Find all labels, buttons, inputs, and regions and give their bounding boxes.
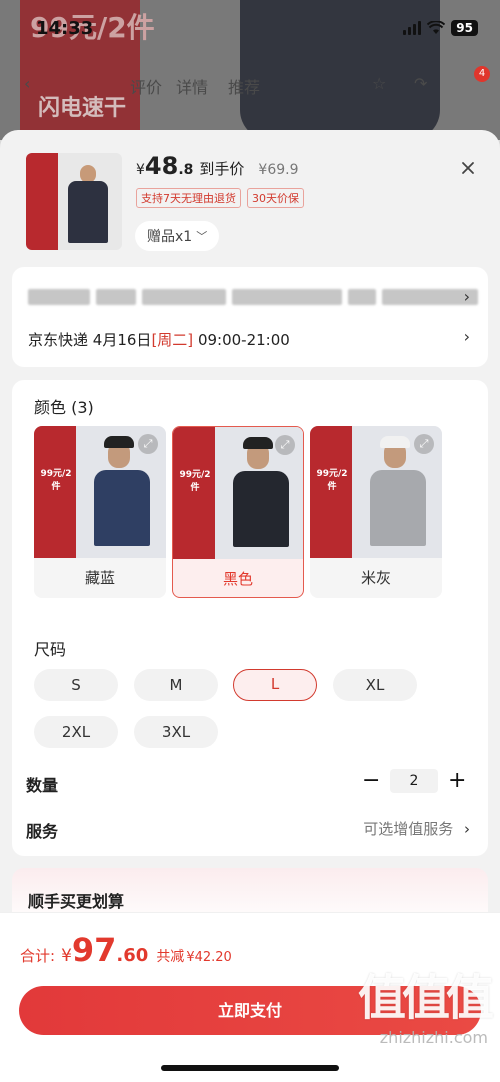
home-indicator[interactable] bbox=[161, 1065, 339, 1071]
price-symbol: ¥ bbox=[136, 162, 145, 178]
watermark-url: zhizhizhi.com bbox=[379, 1028, 488, 1047]
service-selector[interactable]: 可选增值服务 › bbox=[363, 818, 470, 839]
product-thumbnail[interactable] bbox=[26, 153, 122, 250]
color-option-banner: 99元/2件 bbox=[34, 426, 76, 558]
size-option-3xl[interactable]: 3XL bbox=[134, 716, 218, 748]
cart-badge: 4 bbox=[474, 66, 490, 82]
quantity-value[interactable]: 2 bbox=[390, 769, 438, 793]
checkout-footer: 合计: ¥ 97 .60 共减 ¥42.20 立即支付 值值值 zhizhizh… bbox=[0, 912, 500, 1082]
delivery-window: 09:00-21:00 bbox=[197, 331, 290, 349]
service-value: 可选增值服务 bbox=[363, 820, 454, 838]
price-integer: 48 bbox=[144, 152, 179, 180]
quantity-minus-button[interactable]: − bbox=[362, 770, 380, 792]
service-tags: 支持7天无理由退货 30天价保 bbox=[136, 188, 304, 208]
quantity-plus-button[interactable]: + bbox=[448, 770, 466, 792]
color-option-black[interactable]: 99元/2件 ⤢ 黑色 bbox=[172, 426, 304, 598]
delivery-carrier: 京东快递 bbox=[28, 331, 89, 349]
discount-label: 共减 bbox=[156, 949, 185, 965]
close-icon[interactable] bbox=[460, 160, 476, 176]
chevron-right-icon: › bbox=[464, 820, 470, 838]
watermark-logo: 值值值 bbox=[357, 970, 494, 1026]
status-bar: 14:33 95 bbox=[0, 0, 500, 50]
model-cap bbox=[380, 436, 410, 448]
address-blurred bbox=[28, 289, 478, 305]
price-label: 到手价 bbox=[199, 160, 245, 178]
color-option-navy[interactable]: 99元/2件 ⤢ 藏蓝 bbox=[34, 426, 166, 598]
thumbnail-model-shirt bbox=[68, 181, 108, 243]
quantity-stepper: − 2 + bbox=[362, 769, 466, 793]
model-shirt bbox=[370, 470, 426, 546]
sku-selection-sheet: ¥ 48 .8 到手价 ¥69.9 支持7天无理由退货 30天价保 赠品x1 ﹀… bbox=[0, 130, 500, 1082]
original-price: ¥69.9 bbox=[258, 162, 299, 178]
tag-price-protection: 30天价保 bbox=[247, 188, 304, 208]
price-row: ¥ 48 .8 到手价 ¥69.9 bbox=[136, 152, 299, 180]
total-integer: 97 bbox=[71, 931, 117, 969]
quantity-title: 数量 bbox=[26, 776, 59, 795]
model-shirt bbox=[233, 471, 289, 547]
product-summary: ¥ 48 .8 到手价 ¥69.9 支持7天无理由退货 30天价保 赠品x1 ﹀ bbox=[0, 130, 500, 265]
color-option-banner: 99元/2件 bbox=[310, 426, 352, 558]
address-card[interactable]: › 京东快递 4月16日[周二] 09:00-21:00 › bbox=[12, 267, 488, 367]
wifi-icon bbox=[427, 21, 446, 34]
gift-button[interactable]: 赠品x1 ﹀ bbox=[135, 221, 220, 251]
color-option-banner-text: 99元/2件 bbox=[316, 469, 348, 492]
size-section-title: 尺码 bbox=[34, 640, 67, 659]
color-options: 99元/2件 ⤢ 藏蓝 99元/2件 ⤢ 黑色 99元/2件 ⤢ 米灰 bbox=[34, 426, 442, 598]
discount-value: ¥42.20 bbox=[186, 950, 232, 965]
size-option-m[interactable]: M bbox=[134, 669, 218, 701]
color-option-banner: 99元/2件 bbox=[173, 427, 215, 559]
size-option-2xl[interactable]: 2XL bbox=[34, 716, 118, 748]
color-option-grey[interactable]: 99元/2件 ⤢ 米灰 bbox=[310, 426, 442, 598]
color-option-banner-text: 99元/2件 bbox=[40, 469, 72, 492]
size-option-s[interactable]: S bbox=[34, 669, 118, 701]
expand-icon[interactable]: ⤢ bbox=[414, 434, 434, 454]
delivery-weekday: [周二] bbox=[151, 331, 194, 349]
chevron-down-icon: ﹀ bbox=[196, 230, 208, 243]
signal-icon bbox=[403, 21, 422, 35]
addon-title: 顺手买更划算 bbox=[28, 892, 125, 911]
color-option-label: 黑色 bbox=[222, 570, 253, 588]
options-card: 颜色 (3) 99元/2件 ⤢ 藏蓝 99元/2件 ⤢ 黑色 99元/2件 ⤢ … bbox=[12, 380, 488, 856]
color-section-title: 颜色 (3) bbox=[34, 398, 94, 417]
delivery-info: 京东快递 4月16日[周二] 09:00-21:00 bbox=[28, 329, 290, 350]
color-option-label: 米灰 bbox=[360, 569, 391, 587]
chevron-right-icon: › bbox=[463, 287, 470, 306]
total-label: 合计: bbox=[20, 947, 56, 965]
expand-icon[interactable]: ⤢ bbox=[138, 434, 158, 454]
size-option-xl[interactable]: XL bbox=[333, 669, 417, 701]
gift-label: 赠品x1 bbox=[147, 229, 193, 245]
thumbnail-banner bbox=[26, 153, 58, 250]
total-decimal: .60 bbox=[116, 945, 149, 966]
total-symbol: ¥ bbox=[61, 946, 72, 966]
expand-icon[interactable]: ⤢ bbox=[275, 435, 295, 455]
model-shirt bbox=[94, 470, 150, 546]
price-decimal: .8 bbox=[178, 162, 194, 178]
model-cap bbox=[243, 437, 273, 449]
color-option-label: 藏蓝 bbox=[84, 569, 115, 587]
service-title: 服务 bbox=[26, 822, 59, 841]
battery-indicator: 95 bbox=[451, 20, 478, 36]
total-row: 合计: ¥ 97 .60 共减 ¥42.20 bbox=[20, 931, 232, 969]
status-icons: 95 bbox=[403, 20, 478, 36]
size-option-l[interactable]: L bbox=[233, 669, 317, 701]
delivery-date: 4月16日 bbox=[92, 331, 152, 349]
chevron-right-icon: › bbox=[463, 327, 470, 346]
tag-return-policy: 支持7天无理由退货 bbox=[136, 188, 241, 208]
model-cap bbox=[104, 436, 134, 448]
color-option-banner-text: 99元/2件 bbox=[179, 470, 211, 493]
status-time: 14:33 bbox=[36, 18, 94, 39]
